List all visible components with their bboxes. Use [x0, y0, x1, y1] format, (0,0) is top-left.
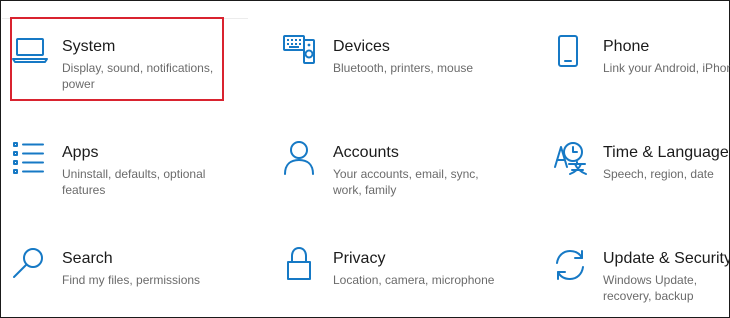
tile-description: Speech, region, date: [603, 167, 714, 181]
tile-time-language[interactable]: Time & Language Speech, region, date: [553, 141, 730, 182]
tile-description: Find my files, permissions: [62, 273, 201, 287]
time-language-icon: [553, 141, 593, 181]
tile-update-security[interactable]: Update & Security Windows Update, recove…: [553, 247, 730, 304]
tile-description: Bluetooth, printers, mouse: [333, 61, 474, 75]
search-icon: [12, 247, 52, 287]
tile-devices[interactable]: Devices Bluetooth, printers, mouse: [283, 35, 513, 76]
phone-icon: [553, 35, 593, 75]
tile-title: Privacy: [333, 250, 386, 267]
tile-description: Location, camera, microphone: [333, 273, 495, 287]
tile-description: Windows Update, recovery, backup: [603, 273, 698, 303]
tile-search[interactable]: Search Find my files, permissions: [12, 247, 242, 288]
settings-window: System Display, sound, notifications, po…: [0, 0, 730, 318]
tile-description: Link your Android, iPhone: [603, 61, 730, 75]
tile-phone[interactable]: Phone Link your Android, iPhone: [553, 35, 730, 76]
tile-title: Devices: [333, 38, 390, 55]
tile-title: Time & Language: [603, 144, 729, 161]
sync-arrows-icon: [553, 247, 593, 287]
tile-title: Search: [62, 250, 113, 267]
tile-title: Update & Security: [603, 250, 730, 267]
tile-apps[interactable]: Apps Uninstall, defaults, optional featu…: [12, 141, 242, 198]
person-icon: [283, 141, 323, 181]
tile-accounts[interactable]: Accounts Your accounts, email, sync, wor…: [283, 141, 513, 198]
lock-icon: [283, 247, 323, 287]
tile-privacy[interactable]: Privacy Location, camera, microphone: [283, 247, 513, 288]
keyboard-speaker-icon: [283, 35, 323, 75]
selection-highlight-box: [10, 17, 224, 101]
tile-title: Apps: [62, 144, 99, 161]
tile-title: Phone: [603, 38, 650, 55]
apps-list-icon: [12, 141, 52, 181]
tile-description: Your accounts, email, sync, work, family: [333, 167, 479, 197]
tile-description: Uninstall, defaults, optional features: [62, 167, 206, 197]
tile-title: Accounts: [333, 144, 399, 161]
